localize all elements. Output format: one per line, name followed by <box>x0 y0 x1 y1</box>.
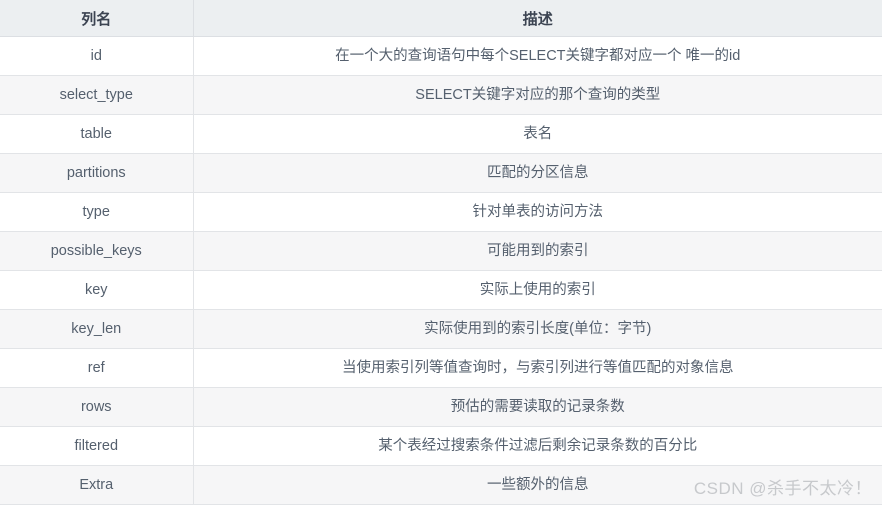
cell-column-name: Extra <box>0 465 194 505</box>
table-row: type 针对单表的访问方法 <box>0 192 882 232</box>
column-header-description: 描述 <box>193 0 882 37</box>
cell-column-description: 实际上使用的索引 <box>193 270 882 310</box>
table-row: partitions 匹配的分区信息 <box>0 153 882 193</box>
table-row: possible_keys 可能用到的索引 <box>0 231 882 271</box>
cell-column-name: key_len <box>0 309 194 349</box>
cell-column-description: 表名 <box>193 114 882 154</box>
cell-column-description: SELECT关键字对应的那个查询的类型 <box>193 75 882 115</box>
cell-column-name: id <box>0 36 194 76</box>
table-row: ref 当使用索引列等值查询时，与索引列进行等值匹配的对象信息 <box>0 348 882 388</box>
explain-columns-table-container: 列名 描述 id 在一个大的查询语句中每个SELECT关键字都对应一个 唯一的id… <box>0 0 882 505</box>
table-body: id 在一个大的查询语句中每个SELECT关键字都对应一个 唯一的id select… <box>0 36 882 505</box>
table-row: key_len 实际使用到的索引长度(单位：字节) <box>0 309 882 349</box>
cell-column-description: 可能用到的索引 <box>193 231 882 271</box>
table-row: Extra 一些额外的信息 <box>0 465 882 505</box>
column-header-name: 列名 <box>0 0 194 37</box>
cell-column-description: 当使用索引列等值查询时，与索引列进行等值匹配的对象信息 <box>193 348 882 388</box>
cell-column-description: 匹配的分区信息 <box>193 153 882 193</box>
cell-column-name: ref <box>0 348 194 388</box>
cell-column-description: 预估的需要读取的记录条数 <box>193 387 882 427</box>
cell-column-description: 实际使用到的索引长度(单位：字节) <box>193 309 882 349</box>
cell-column-name: table <box>0 114 194 154</box>
table-row: table 表名 <box>0 114 882 154</box>
table-row: filtered 某个表经过搜索条件过滤后剩余记录条数的百分比 <box>0 426 882 466</box>
cell-column-name: type <box>0 192 194 232</box>
cell-column-name: rows <box>0 387 194 427</box>
cell-column-description: 某个表经过搜索条件过滤后剩余记录条数的百分比 <box>193 426 882 466</box>
cell-column-name: possible_keys <box>0 231 194 271</box>
cell-column-name: partitions <box>0 153 194 193</box>
table-row: select_type SELECT关键字对应的那个查询的类型 <box>0 75 882 115</box>
cell-column-description: 在一个大的查询语句中每个SELECT关键字都对应一个 唯一的id <box>193 36 882 76</box>
table-row: key 实际上使用的索引 <box>0 270 882 310</box>
cell-column-description: 针对单表的访问方法 <box>193 192 882 232</box>
table-header: 列名 描述 <box>0 0 882 37</box>
table-header-row: 列名 描述 <box>0 0 882 37</box>
table-row: id 在一个大的查询语句中每个SELECT关键字都对应一个 唯一的id <box>0 36 882 76</box>
cell-column-name: key <box>0 270 194 310</box>
explain-columns-table: 列名 描述 id 在一个大的查询语句中每个SELECT关键字都对应一个 唯一的id… <box>0 0 882 505</box>
table-row: rows 预估的需要读取的记录条数 <box>0 387 882 427</box>
cell-column-name: filtered <box>0 426 194 466</box>
cell-column-description: 一些额外的信息 <box>193 465 882 505</box>
cell-column-name: select_type <box>0 75 194 115</box>
